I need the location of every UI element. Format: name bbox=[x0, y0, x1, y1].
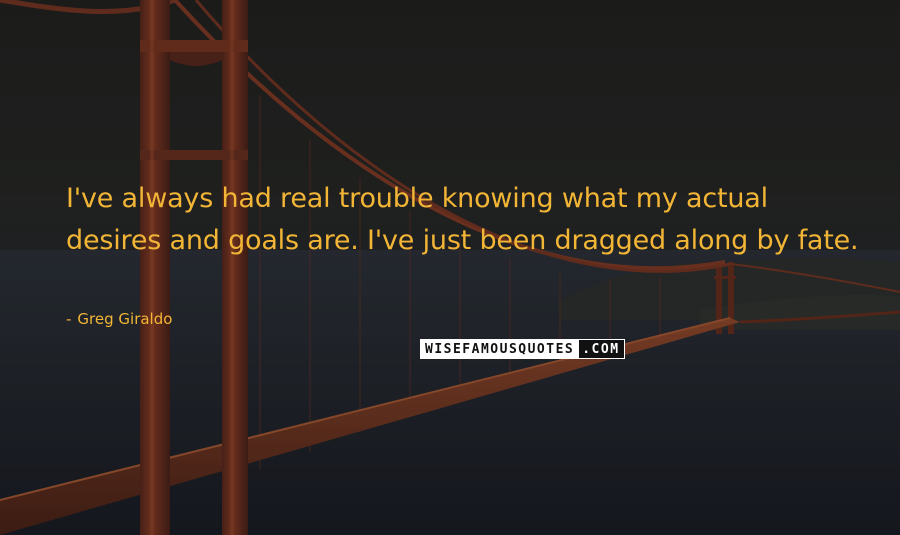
author-name: Greg Giraldo bbox=[77, 310, 173, 328]
watermark-com: .COM bbox=[578, 339, 625, 359]
site-watermark-logo: WISEFAMOUSQUOTES .COM bbox=[420, 339, 625, 359]
quote-text: I've always had real trouble knowing wha… bbox=[66, 183, 859, 256]
dark-overlay bbox=[0, 0, 900, 535]
watermark-wisefamousquotes: WISEFAMOUSQUOTES bbox=[420, 339, 579, 359]
author-dash: - bbox=[66, 310, 72, 328]
quote-author: - Greg Giraldo bbox=[66, 309, 172, 329]
quote-card: I've always had real trouble knowing wha… bbox=[0, 0, 900, 535]
